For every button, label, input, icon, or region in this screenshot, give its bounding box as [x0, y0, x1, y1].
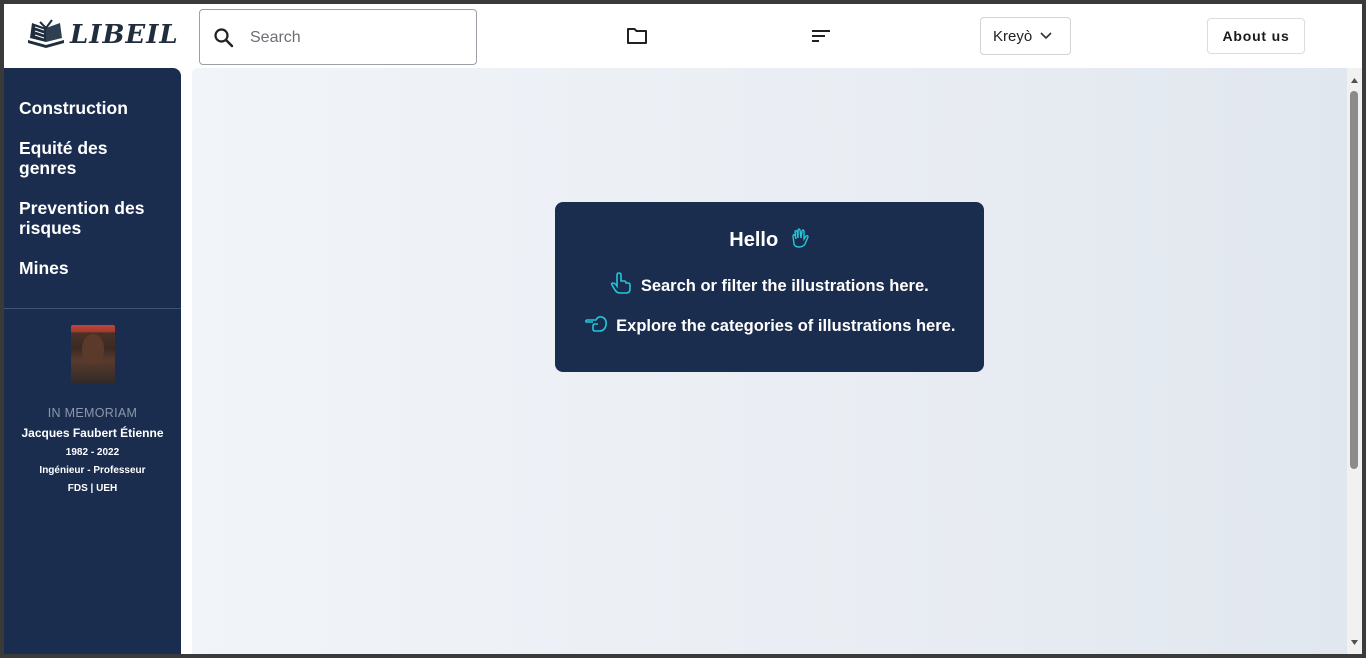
sidebar: Construction Equité des genres Preventio… [4, 68, 181, 654]
category-nav: Construction Equité des genres Preventio… [4, 68, 181, 278]
memoriam-photo [70, 325, 115, 384]
vertical-scrollbar[interactable] [1347, 68, 1362, 654]
memoriam-org: FDS | UEH [67, 483, 118, 494]
search-icon [213, 27, 235, 49]
pointing-up-icon [611, 272, 632, 294]
scroll-down-arrow-icon[interactable] [1350, 638, 1359, 647]
sidebar-divider [4, 308, 181, 309]
main-content: Hello Search or filter the illustrations… [192, 68, 1347, 654]
scroll-up-arrow-icon[interactable] [1350, 76, 1359, 85]
categories-hint-text: Explore the categories of illustrations … [616, 317, 956, 335]
pointing-left-icon [584, 316, 607, 332]
search-hint-text: Search or filter the illustrations here. [640, 277, 929, 295]
folder-icon[interactable] [625, 24, 649, 48]
logo-text: LIBEIL [70, 20, 179, 50]
language-value: Kreyò [993, 27, 1033, 45]
sidebar-item-construction[interactable]: Construction [19, 98, 169, 118]
memoriam-years: 1982 - 2022 [65, 447, 120, 458]
welcome-heading: Hello [555, 228, 984, 252]
sidebar-item-gender-equity[interactable]: Equité des genres [19, 138, 169, 178]
memoriam-title: Ingénieur - Professeur [39, 465, 146, 476]
welcome-card: Hello Search or filter the illustrations… [555, 202, 984, 372]
memoriam-label: IN MEMORIAM [47, 406, 138, 420]
sidebar-item-risk-prevention[interactable]: Prevention des risques [19, 198, 169, 238]
search-hint: Search or filter the illustrations here. [555, 272, 984, 296]
categories-hint: Explore the categories of illustrations … [555, 314, 984, 336]
memoriam-section: IN MEMORIAM Jacques Faubert Étienne 1982… [4, 325, 181, 494]
book-logo-icon [26, 18, 66, 52]
chevron-down-icon [1040, 32, 1052, 40]
memoriam-name: Jacques Faubert Étienne [21, 426, 164, 440]
sort-icon[interactable] [809, 24, 833, 48]
scrollbar-thumb[interactable] [1350, 91, 1358, 469]
sidebar-item-mines[interactable]: Mines [19, 258, 169, 278]
logo[interactable]: LIBEIL [26, 18, 179, 52]
top-bar: LIBEIL Kreyò [4, 4, 1362, 68]
search-input[interactable] [250, 24, 460, 52]
about-us-button[interactable]: About us [1207, 18, 1305, 54]
waving-hand-icon [792, 228, 809, 248]
language-select[interactable]: Kreyò [980, 17, 1071, 55]
hello-text: Hello [729, 229, 779, 251]
search-box[interactable] [199, 9, 477, 65]
app-window: LIBEIL Kreyò [4, 4, 1362, 654]
